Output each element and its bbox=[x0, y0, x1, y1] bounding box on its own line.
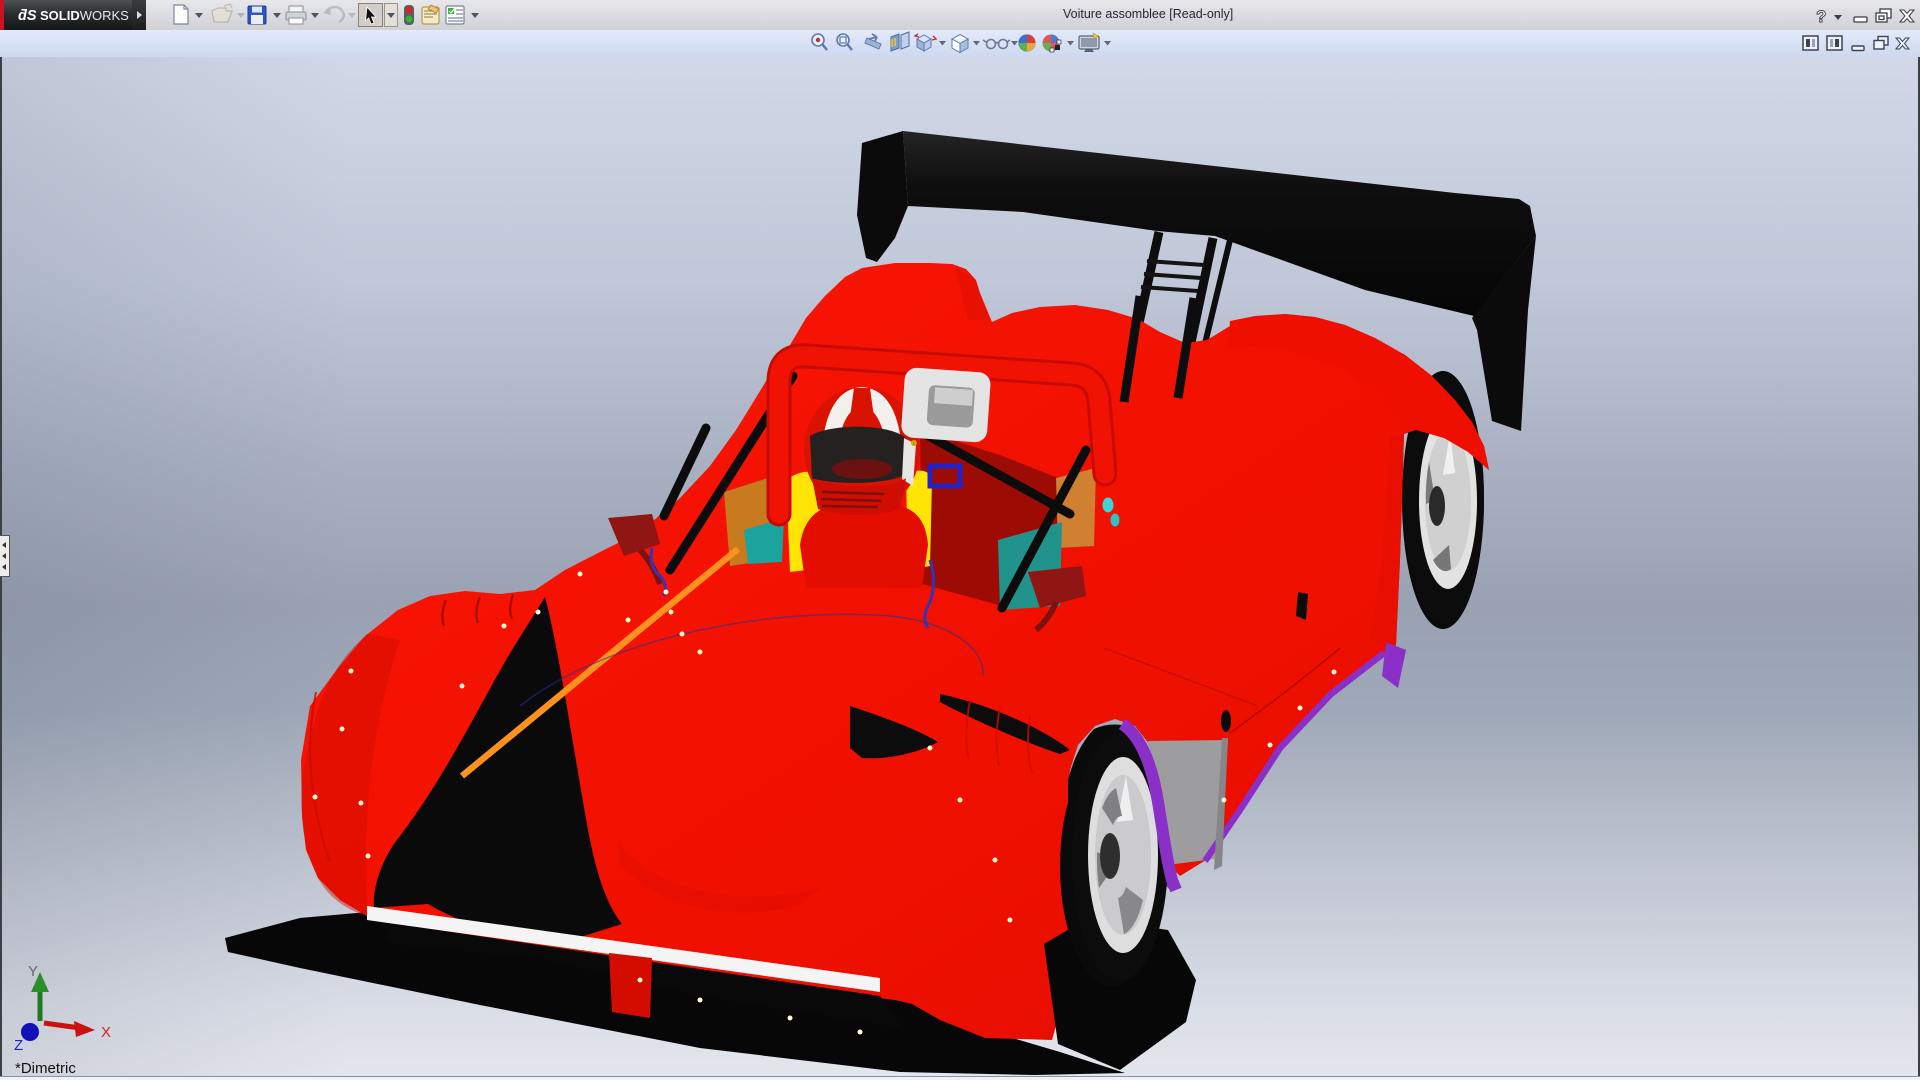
svg-text:Z: Z bbox=[14, 1037, 23, 1054]
svg-text:X: X bbox=[101, 1024, 111, 1041]
svg-text:Y: Y bbox=[28, 963, 38, 980]
svg-text:*Dimetric: *Dimetric bbox=[15, 1060, 76, 1077]
